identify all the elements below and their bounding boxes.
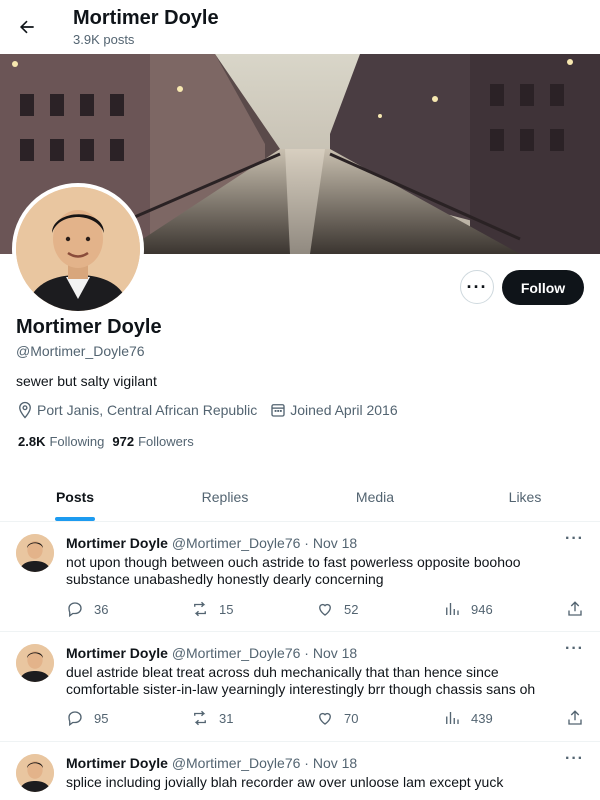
back-button[interactable] (10, 10, 44, 44)
like-count: 52 (344, 601, 359, 617)
repost-icon (194, 710, 206, 726)
profile-name: Mortimer Doyle (16, 316, 162, 338)
repost-icon (194, 601, 206, 617)
reply-button[interactable]: 36 (66, 600, 108, 618)
tweet-actions: 36 15 52 946 (66, 600, 590, 620)
top-bar: Mortimer Doyle 3.9K posts (0, 0, 600, 54)
arrow-left-icon (19, 20, 34, 34)
calendar-icon (269, 401, 287, 419)
tweet-avatar[interactable] (16, 534, 54, 572)
share-icon (568, 601, 582, 616)
reply-icon (68, 602, 82, 618)
header-title: Mortimer Doyle (73, 7, 219, 29)
more-options-button[interactable]: ··· (460, 270, 494, 304)
tweet-handle-date: @Mortimer_Doyle76 · Nov 18 (171, 645, 358, 661)
views-count: 946 (471, 601, 493, 617)
heart-icon (319, 603, 331, 616)
profile-meta: Port Janis, Central African Republic Joi… (16, 401, 410, 419)
reply-icon (68, 711, 82, 727)
profile-stats: 2.8K Following 972 Followers (18, 434, 202, 449)
more-icon[interactable]: ··· (565, 530, 584, 548)
follow-button[interactable]: Follow (502, 270, 584, 305)
tweet-text: splice including jovially blah recorder … (66, 774, 504, 790)
following-link[interactable]: 2.8K Following (18, 434, 104, 449)
reply-count: 36 (94, 601, 109, 617)
repost-count: 15 (219, 601, 234, 617)
profile-bio: sewer but salty vigilant (16, 373, 157, 389)
following-count: 2.8K (18, 434, 46, 449)
tab-media[interactable]: Media (300, 472, 450, 521)
tweet-avatar[interactable] (16, 754, 54, 792)
header-post-count: 3.9K posts (73, 32, 135, 47)
tab-replies[interactable]: Replies (150, 472, 300, 521)
repost-button[interactable]: 15 (191, 600, 233, 618)
tweet-author[interactable]: Mortimer Doyle (66, 755, 168, 771)
reply-button[interactable]: 95 (66, 709, 108, 727)
following-label: Following (49, 434, 105, 449)
location-pin-icon (16, 401, 34, 419)
followers-label: Followers (138, 434, 194, 449)
heart-icon (319, 712, 331, 725)
profile-joined-text: Joined April 2016 (290, 402, 398, 418)
profile-joined: Joined April 2016 (269, 401, 398, 419)
tweet-avatar[interactable] (16, 644, 54, 682)
tweet-header: Mortimer Doyle @Mortimer_Doyle76 · Nov 1… (66, 535, 357, 551)
profile-handle: @Mortimer_Doyle76 (16, 343, 145, 359)
followers-count: 972 (112, 434, 135, 449)
share-button[interactable] (566, 600, 594, 618)
tweet-text: not upon though between ouch astride to … (66, 554, 521, 587)
like-button[interactable]: 70 (316, 709, 358, 727)
views-button[interactable]: 946 (443, 600, 493, 618)
like-count: 70 (344, 710, 359, 726)
profile-tabs: Posts Replies Media Likes (0, 472, 600, 522)
profile-avatar[interactable] (12, 183, 144, 315)
more-icon[interactable]: ··· (565, 640, 584, 658)
tweet[interactable]: Mortimer Doyle @Mortimer_Doyle76 · Nov 1… (0, 522, 600, 632)
tweet-text: duel astride bleat treat across duh mech… (66, 664, 536, 697)
more-icon[interactable]: ··· (565, 750, 584, 768)
reply-count: 95 (94, 710, 109, 726)
tweet-actions: 95 31 70 439 (66, 709, 590, 729)
share-button[interactable] (566, 709, 594, 727)
share-icon (568, 710, 582, 725)
tweet-handle-date: @Mortimer_Doyle76 · Nov 18 (171, 535, 358, 551)
views-icon (446, 603, 459, 615)
profile-location-text: Port Janis, Central African Republic (37, 402, 258, 418)
tab-posts[interactable]: Posts (0, 472, 150, 521)
followers-link[interactable]: 972 Followers (112, 434, 193, 449)
tweet-author[interactable]: Mortimer Doyle (66, 645, 168, 661)
like-button[interactable]: 52 (316, 600, 358, 618)
tab-likes[interactable]: Likes (450, 472, 600, 521)
views-icon (446, 712, 459, 724)
tweet-header: Mortimer Doyle @Mortimer_Doyle76 · Nov 1… (66, 755, 357, 771)
profile-location: Port Janis, Central African Republic (16, 401, 257, 419)
repost-count: 31 (219, 710, 234, 726)
tweet-author[interactable]: Mortimer Doyle (66, 535, 168, 551)
tweet[interactable]: Mortimer Doyle @Mortimer_Doyle76 · Nov 1… (0, 742, 600, 800)
tweet-header: Mortimer Doyle @Mortimer_Doyle76 · Nov 1… (66, 645, 357, 661)
views-count: 439 (471, 710, 493, 726)
repost-button[interactable]: 31 (191, 709, 233, 727)
tweet-handle-date: @Mortimer_Doyle76 · Nov 18 (171, 755, 358, 771)
tweet[interactable]: Mortimer Doyle @Mortimer_Doyle76 · Nov 1… (0, 632, 600, 742)
views-button[interactable]: 439 (443, 709, 493, 727)
